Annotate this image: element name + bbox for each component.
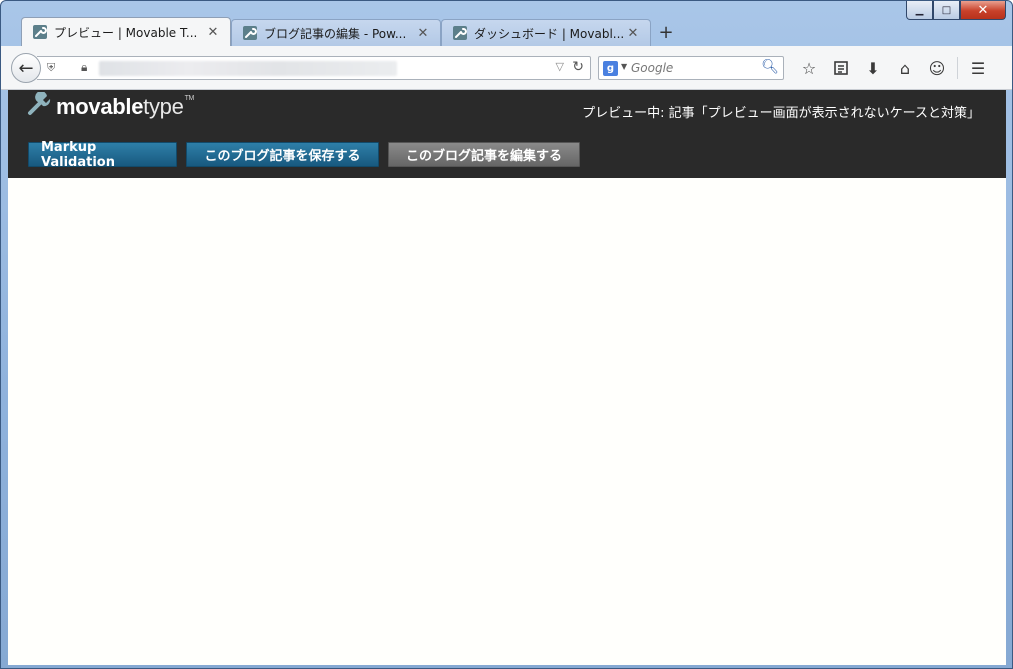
search-icon[interactable]: 🔍︎	[761, 59, 779, 75]
minimize-button[interactable]: ▁	[906, 1, 933, 20]
logo-text-bold: movable	[56, 94, 144, 119]
tab-close-icon[interactable]: ✕	[206, 25, 220, 40]
star-icon[interactable]: ☆	[793, 57, 825, 79]
google-engine-icon[interactable]: g	[603, 61, 618, 76]
tab-label: ブログ記事の編集 - Pow...	[264, 26, 407, 41]
trademark-mark: TM	[184, 95, 195, 102]
tab-label: ダッシュボード | Movabl...	[474, 26, 625, 41]
preview-title: プレビュー中: 記事「プレビュー画面が表示されないケースと対策」	[582, 106, 980, 121]
tab-close-icon[interactable]: ✕	[626, 26, 640, 41]
reading-list-icon[interactable]	[825, 57, 857, 79]
markup-validation-button[interactable]: Markup Validation	[28, 140, 177, 170]
movabletype-favicon-icon	[242, 25, 258, 41]
url-text-redacted[interactable]	[99, 61, 397, 76]
movabletype-favicon-icon	[32, 24, 48, 40]
window-controls: ▁ □ ✕	[906, 1, 1006, 21]
back-button[interactable]: ←	[11, 53, 41, 83]
mt-preview-header: movable type TM プレビュー中: 記事「プレビュー画面が表示されないケ…	[8, 90, 1006, 178]
toolbar-icons: ☆ ⬇ ⌂ ☺ ☰	[793, 57, 994, 79]
tab-dashboard[interactable]: ダッシュボード | Movabl... ✕	[441, 19, 651, 46]
maximize-button[interactable]: □	[933, 1, 960, 20]
preview-body	[8, 178, 1006, 665]
reload-icon[interactable]: ↻	[572, 59, 584, 75]
menu-icon[interactable]: ☰	[962, 57, 994, 79]
engine-dropdown-icon[interactable]: ▼	[621, 62, 627, 71]
home-icon[interactable]: ⌂	[889, 57, 921, 79]
search-input[interactable]	[631, 60, 761, 76]
navigation-bar: ⛨ 🔒︎ ▽ ↻ ← g ▼ 🔍︎ ☆ ⬇ ⌂ ☺ ☰	[1, 46, 1012, 90]
url-history-dropdown-icon[interactable]: ▽	[556, 60, 564, 73]
tab-edit-entry[interactable]: ブログ記事の編集 - Pow... ✕	[231, 19, 441, 46]
search-bar[interactable]: g ▼ 🔍︎	[598, 56, 784, 80]
movabletype-logo[interactable]: movable type TM	[27, 91, 195, 122]
save-entry-button[interactable]: このブログ記事を保存する	[186, 142, 379, 167]
tracking-shield-icon[interactable]: ⛨	[47, 61, 55, 75]
lock-icon[interactable]: 🔒︎	[81, 60, 87, 75]
hello-icon[interactable]: ☺	[921, 57, 953, 79]
download-icon[interactable]: ⬇	[857, 57, 889, 79]
url-bar[interactable]: ⛨ 🔒︎ ▽ ↻	[37, 56, 591, 80]
tab-preview[interactable]: プレビュー | Movable T... ✕	[21, 17, 231, 46]
movabletype-favicon-icon	[452, 25, 468, 41]
logo-text-light: type	[143, 94, 184, 119]
close-window-button[interactable]: ✕	[960, 1, 1006, 20]
tab-strip: プレビュー | Movable T... ✕ ブログ記事の編集 - Pow...…	[21, 17, 681, 46]
toolbar-separator	[957, 57, 958, 79]
page-content: movable type TM プレビュー中: 記事「プレビュー画面が表示されないケ…	[8, 90, 1006, 665]
tab-close-icon[interactable]: ✕	[416, 26, 430, 41]
wrench-icon	[27, 91, 53, 122]
new-tab-button[interactable]: +	[651, 19, 681, 46]
tab-label: プレビュー | Movable T...	[54, 25, 198, 40]
edit-entry-button[interactable]: このブログ記事を編集する	[388, 142, 580, 167]
browser-window: ▁ □ ✕ プレビュー | Movable T... ✕ ブログ記事の編集 - …	[0, 0, 1013, 669]
